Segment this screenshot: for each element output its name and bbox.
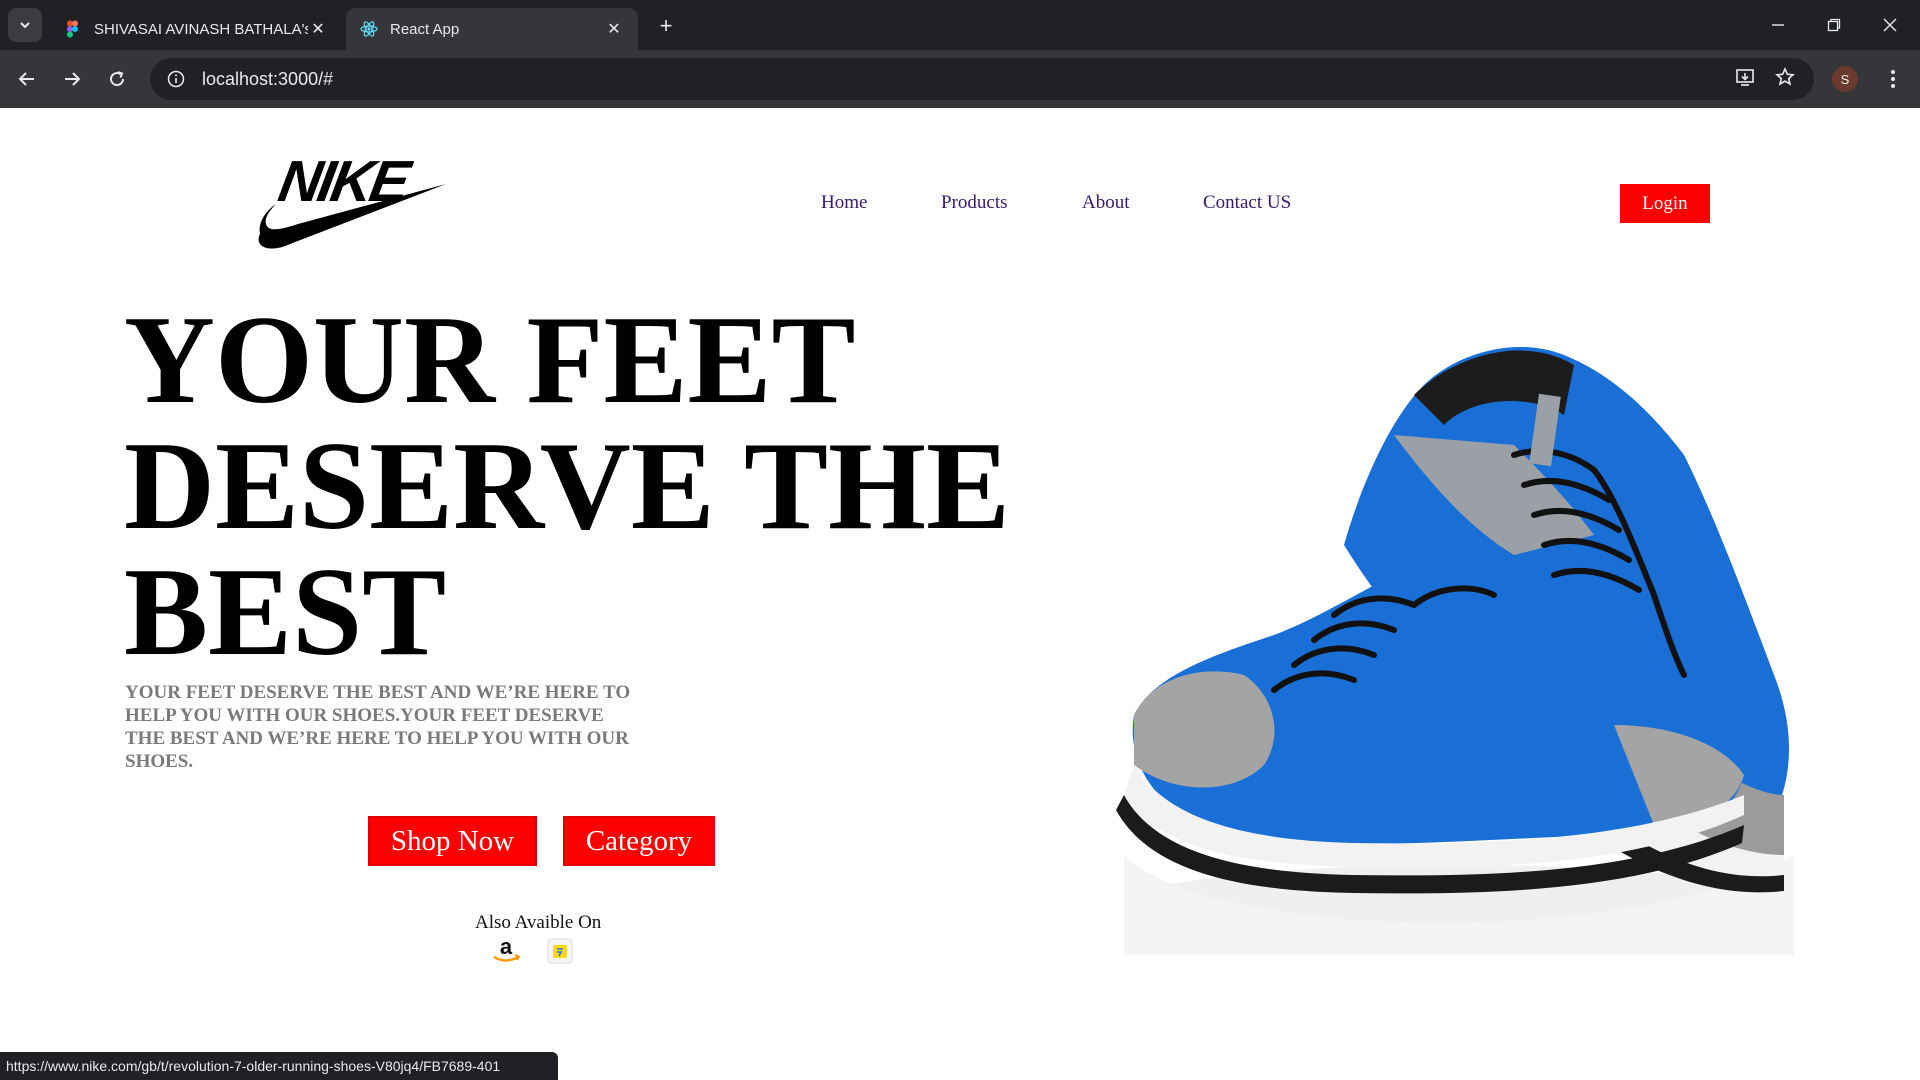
minimize-icon (1772, 24, 1784, 26)
nav-about[interactable]: About (1082, 192, 1130, 214)
back-button[interactable] (10, 62, 44, 96)
headline-line: YOUR FEET (124, 291, 856, 430)
shop-now-button[interactable]: Shop Now (368, 816, 537, 866)
hero-shoe-image (1094, 295, 1814, 955)
category-button[interactable]: Category (563, 816, 715, 866)
install-app-button[interactable] (1728, 60, 1762, 94)
nav-products[interactable]: Products (941, 192, 1008, 214)
headline-line: BEST (124, 543, 447, 682)
nav-home[interactable]: Home (821, 192, 867, 214)
browser-toolbar: localhost:3000/# (0, 50, 1920, 108)
browser-menu-button[interactable] (1878, 62, 1908, 96)
flipkart-icon[interactable] (547, 938, 573, 964)
hero-headline: YOUR FEET DESERVE THE BEST (124, 298, 1104, 676)
nav-contact[interactable]: Contact US (1203, 192, 1291, 214)
url-text[interactable]: localhost:3000/# (202, 69, 333, 90)
profile-avatar[interactable]: S (1832, 66, 1858, 92)
nike-logo[interactable]: NIKE (250, 146, 450, 256)
reload-button[interactable] (100, 62, 134, 96)
tab-react-app[interactable]: React App ✕ (346, 8, 638, 50)
tab-title: React App (390, 20, 460, 38)
tab-title: SHIVASAI AVINASH BATHALA's (94, 20, 308, 38)
status-url-bubble: https://www.nike.com/gb/t/revolution-7-o… (0, 1052, 558, 1080)
react-icon (360, 21, 378, 37)
tab-search-button[interactable] (8, 8, 42, 42)
more-vertical-icon (1891, 70, 1895, 88)
brand-wordmark: NIKE (274, 149, 417, 214)
bookmark-button[interactable] (1768, 60, 1802, 94)
star-icon (1775, 67, 1795, 86)
hero-subtext: YOUR FEET DESERVE THE BEST AND WE’RE HER… (125, 682, 631, 772)
new-tab-button[interactable]: + (652, 12, 680, 40)
minimize-button[interactable] (1750, 0, 1806, 50)
address-bar[interactable]: localhost:3000/# (150, 58, 1814, 100)
figma-icon (67, 20, 78, 38)
chevron-down-icon (20, 22, 30, 29)
site-info-icon[interactable] (164, 67, 188, 91)
close-window-button[interactable] (1862, 0, 1918, 50)
close-tab-icon[interactable]: ✕ (604, 19, 624, 39)
reload-icon (110, 71, 125, 87)
restore-icon (1827, 18, 1841, 32)
forward-button[interactable] (55, 62, 89, 96)
arrow-left-icon (18, 72, 34, 86)
headline-line: DESERVE THE (124, 417, 1011, 556)
also-available-label: Also Avaible On (475, 912, 602, 933)
web-page: NIKE Home Products About Contact US Logi… (0, 108, 1920, 1080)
close-tab-icon[interactable]: ✕ (308, 19, 328, 39)
login-button[interactable]: Login (1620, 184, 1710, 223)
svg-text:a: a (500, 935, 513, 959)
restore-button[interactable] (1806, 0, 1862, 50)
tab-figma[interactable]: SHIVASAI AVINASH BATHALA's ✕ (50, 8, 342, 50)
amazon-icon[interactable]: a (490, 935, 522, 965)
arrow-right-icon (65, 72, 81, 86)
close-icon (1883, 18, 1897, 32)
install-icon (1736, 69, 1754, 86)
browser-tab-strip: SHIVASAI AVINASH BATHALA's ✕ React App ✕… (0, 0, 1920, 50)
